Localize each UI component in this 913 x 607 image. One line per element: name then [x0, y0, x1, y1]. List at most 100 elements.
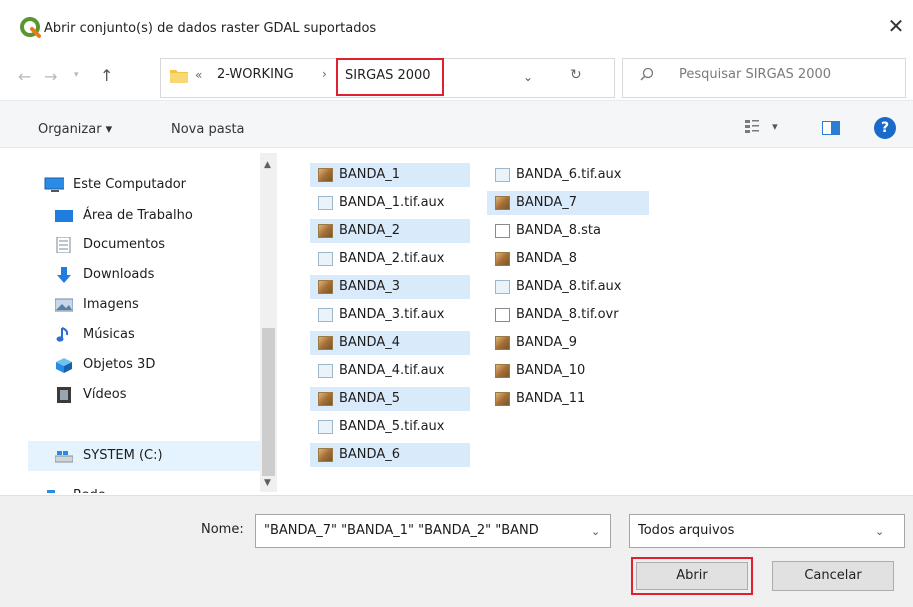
objects-3d-icon — [56, 358, 72, 373]
organize-button[interactable]: Organizar ▾ — [38, 122, 112, 137]
file-item[interactable]: BANDA_9 — [487, 331, 649, 355]
document-file-icon — [495, 224, 510, 238]
refresh-icon[interactable]: ↻ — [570, 67, 582, 83]
up-arrow-icon[interactable]: ↑ — [100, 66, 113, 85]
file-item[interactable]: BANDA_10 — [487, 359, 649, 383]
file-item[interactable]: BANDA_4 — [310, 331, 470, 355]
chevron-down-icon[interactable]: ⌄ — [591, 525, 600, 538]
file-item[interactable]: BANDA_6.tif.aux — [487, 163, 649, 187]
file-item[interactable]: BANDA_8.sta — [487, 219, 649, 243]
window-title: Abrir conjunto(s) de dados raster GDAL s… — [44, 21, 377, 36]
help-icon[interactable]: ? — [874, 117, 896, 139]
sidebar-item-label: Documentos — [83, 237, 166, 252]
raster-file-icon — [495, 392, 510, 406]
file-item[interactable]: BANDA_2.tif.aux — [310, 247, 470, 271]
raster-file-icon — [318, 336, 333, 350]
folder-icon — [170, 70, 188, 83]
file-name: BANDA_8 — [516, 251, 577, 266]
document-file-icon — [495, 308, 510, 322]
chevron-down-icon: ▾ — [772, 119, 778, 133]
recent-locations-icon[interactable]: ▾ — [74, 70, 79, 80]
file-name: BANDA_5.tif.aux — [339, 419, 445, 434]
file-name-label: Nome: — [201, 522, 244, 537]
scroll-up-icon[interactable]: ▲ — [264, 160, 271, 170]
chevron-down-icon[interactable]: ⌄ — [523, 70, 533, 84]
scroll-down-icon[interactable]: ▼ — [264, 478, 271, 488]
file-name: BANDA_4 — [339, 335, 400, 350]
file-item[interactable]: BANDA_7 — [487, 191, 649, 215]
sidebar-item-label: Objetos 3D — [83, 357, 156, 372]
file-name: BANDA_8.tif.aux — [516, 279, 622, 294]
cancel-button[interactable]: Cancelar — [772, 561, 894, 591]
file-name: BANDA_8.tif.ovr — [516, 307, 619, 322]
search-icon — [640, 67, 654, 81]
sidebar-item-label: Músicas — [83, 327, 135, 342]
drive-icon — [55, 451, 73, 463]
sidebar-item-label: Rede — [73, 481, 106, 493]
sidebar-scrollbar-thumb[interactable] — [262, 328, 275, 476]
file-item[interactable]: BANDA_2 — [310, 219, 470, 243]
aux-file-icon — [318, 252, 333, 266]
breadcrumb-2-working[interactable]: 2-WORKING — [217, 67, 294, 82]
preview-pane-icon[interactable] — [822, 121, 840, 135]
file-name: BANDA_6.tif.aux — [516, 167, 622, 182]
aux-file-icon — [318, 364, 333, 378]
navigation-pane: Este Computador Área de Trabalho Documen… — [28, 153, 276, 493]
raster-file-icon — [318, 280, 333, 294]
sidebar-item-label: Imagens — [83, 297, 139, 312]
file-name: BANDA_10 — [516, 363, 586, 378]
file-item[interactable]: BANDA_4.tif.aux — [310, 359, 470, 383]
file-item[interactable]: BANDA_8.tif.ovr — [487, 303, 649, 327]
file-name: BANDA_7 — [516, 195, 577, 210]
raster-file-icon — [495, 364, 510, 378]
file-name-input[interactable]: "BANDA_7" "BANDA_1" "BANDA_2" "BAND — [255, 514, 611, 548]
breadcrumb-separator[interactable]: › — [322, 67, 327, 81]
file-item[interactable]: BANDA_1.tif.aux — [310, 191, 470, 215]
overflow-chevron[interactable]: « — [195, 68, 202, 82]
network-icon — [47, 490, 55, 493]
file-name: BANDA_5 — [339, 391, 400, 406]
file-item[interactable]: BANDA_1 — [310, 163, 470, 187]
file-item[interactable]: BANDA_6 — [310, 443, 470, 467]
sidebar-item-label: Vídeos — [83, 387, 127, 402]
file-item[interactable]: BANDA_8.tif.aux — [487, 275, 649, 299]
file-item[interactable]: BANDA_5 — [310, 387, 470, 411]
breadcrumb-sirgas-2000[interactable]: SIRGAS 2000 — [336, 58, 444, 96]
documents-icon — [56, 237, 71, 253]
aux-file-icon — [318, 308, 333, 322]
file-item[interactable]: BANDA_8 — [487, 247, 649, 271]
file-item[interactable]: BANDA_5.tif.aux — [310, 415, 470, 439]
chevron-down-icon[interactable]: ⌄ — [875, 525, 884, 538]
file-type-select[interactable]: Todos arquivos — [629, 514, 905, 548]
sidebar-item-label: Downloads — [83, 267, 155, 282]
raster-file-icon — [318, 224, 333, 238]
file-name: BANDA_9 — [516, 335, 577, 350]
file-name: BANDA_1.tif.aux — [339, 195, 445, 210]
file-item[interactable]: BANDA_3 — [310, 275, 470, 299]
file-name: BANDA_6 — [339, 447, 400, 462]
view-options-button[interactable]: ▾ — [744, 118, 778, 134]
aux-file-icon — [318, 420, 333, 434]
file-name: BANDA_2.tif.aux — [339, 251, 445, 266]
raster-file-icon — [318, 168, 333, 182]
file-name: BANDA_8.sta — [516, 223, 601, 238]
back-arrow-icon[interactable]: ← — [18, 67, 31, 86]
aux-file-icon — [495, 280, 510, 294]
forward-arrow-icon[interactable]: → — [44, 67, 57, 86]
close-button[interactable]: ✕ — [884, 14, 908, 38]
file-name: BANDA_3 — [339, 279, 400, 294]
file-name: BANDA_2 — [339, 223, 400, 238]
raster-file-icon — [495, 252, 510, 266]
sidebar-item-label: SYSTEM (C:) — [83, 448, 163, 463]
raster-file-icon — [495, 196, 510, 210]
file-item[interactable]: BANDA_11 — [487, 387, 649, 411]
open-button[interactable]: Abrir — [636, 562, 748, 590]
aux-file-icon — [318, 196, 333, 210]
aux-file-icon — [495, 168, 510, 182]
raster-file-icon — [318, 392, 333, 406]
file-name: BANDA_4.tif.aux — [339, 363, 445, 378]
new-folder-button[interactable]: Nova pasta — [171, 122, 245, 137]
search-placeholder: Pesquisar SIRGAS 2000 — [679, 67, 832, 82]
file-item[interactable]: BANDA_3.tif.aux — [310, 303, 470, 327]
download-icon — [57, 267, 71, 283]
